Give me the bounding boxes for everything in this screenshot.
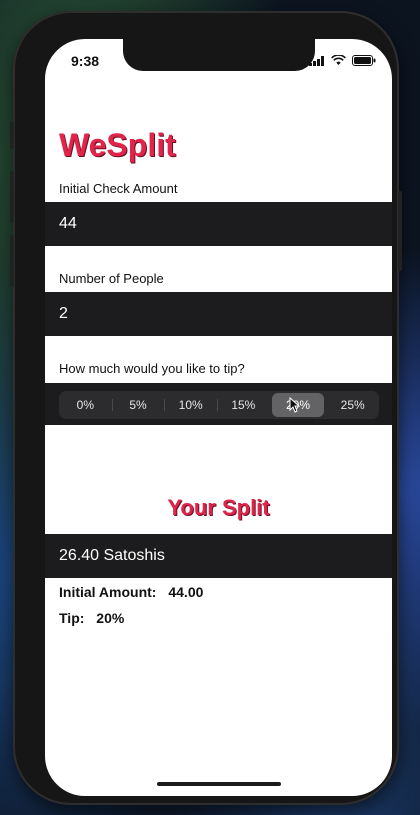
home-indicator[interactable] bbox=[157, 782, 281, 786]
tip-row: Tip: 20% bbox=[59, 610, 132, 626]
battery-icon bbox=[352, 53, 376, 71]
notch bbox=[123, 39, 315, 71]
split-result: 26.40 Satoshis bbox=[45, 534, 392, 578]
status-icons bbox=[309, 53, 376, 71]
initial-amount-label: Initial Amount: bbox=[59, 584, 157, 600]
tip-row-value: 20% bbox=[96, 610, 125, 626]
check-amount-label: Initial Check Amount bbox=[59, 181, 178, 196]
tip-option-25[interactable]: 25% bbox=[326, 391, 379, 419]
tip-option-0[interactable]: 0% bbox=[59, 391, 112, 419]
people-label: Number of People bbox=[59, 271, 164, 286]
tip-option-10[interactable]: 10% bbox=[164, 391, 217, 419]
split-title: Your Split bbox=[167, 495, 270, 520]
mute-switch bbox=[10, 121, 14, 149]
initial-amount-value: 44.00 bbox=[168, 584, 204, 600]
volume-up-button bbox=[10, 171, 14, 223]
check-amount-field[interactable]: 44 bbox=[45, 202, 392, 246]
phone-frame: 9:38 WeSplit Initial Check Amount 44 Num… bbox=[10, 11, 402, 805]
tip-option-5[interactable]: 5% bbox=[111, 391, 165, 419]
initial-amount-row: Initial Amount: 44.00 bbox=[59, 584, 211, 600]
tip-option-15[interactable]: 15% bbox=[217, 391, 270, 419]
app-screen: 9:38 WeSplit Initial Check Amount 44 Num… bbox=[45, 39, 392, 796]
tip-row-label: Tip: bbox=[59, 610, 85, 626]
page-title: WeSplit bbox=[59, 127, 176, 163]
mouse-cursor-icon bbox=[289, 396, 301, 418]
tip-segmented-control: 0% 5% 10% 15% 20% 25% bbox=[59, 391, 379, 419]
status-time: 9:38 bbox=[71, 53, 100, 69]
number-of-people-field[interactable]: 2 bbox=[45, 292, 392, 336]
volume-down-button bbox=[10, 235, 14, 287]
power-button bbox=[398, 191, 402, 271]
tip-label: How much would you like to tip? bbox=[59, 361, 245, 376]
wifi-icon bbox=[331, 53, 346, 71]
cellular-icon bbox=[309, 53, 325, 71]
